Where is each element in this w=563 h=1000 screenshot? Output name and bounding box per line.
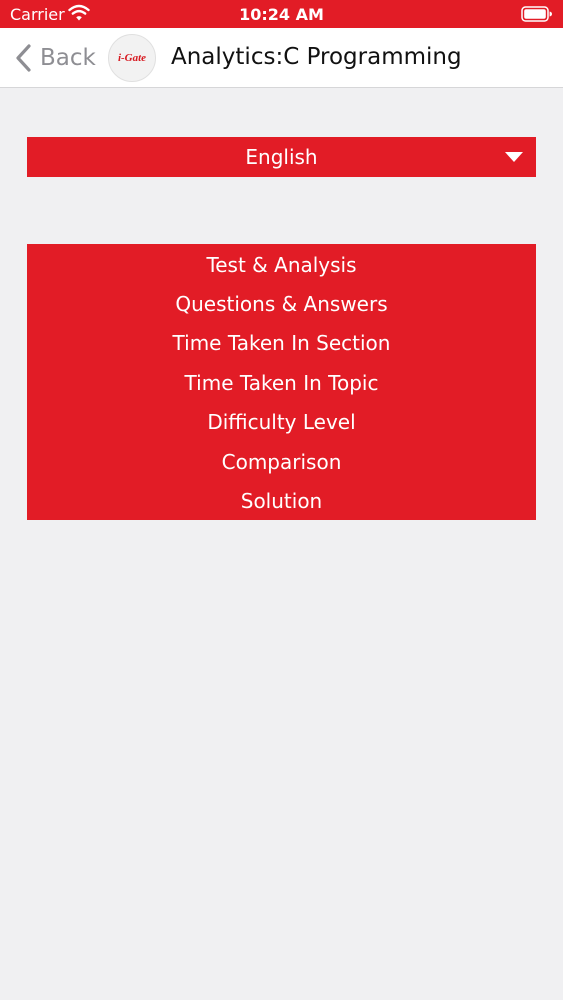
menu-item-questions-answers[interactable]: Questions & Answers [27, 284, 536, 323]
menu-item-test-analysis[interactable]: Test & Analysis [27, 245, 536, 284]
logo-text: i-Gate [117, 52, 147, 64]
app-logo: i-Gate [108, 34, 156, 82]
chevron-left-icon [16, 44, 31, 72]
caret-down-icon [505, 152, 523, 162]
language-dropdown[interactable]: English [27, 137, 536, 177]
menu-item-comparison[interactable]: Comparison [27, 442, 536, 481]
back-button[interactable]: Back [14, 42, 96, 74]
language-selected-value: English [245, 145, 318, 169]
back-label: Back [40, 45, 96, 71]
status-bar: Carrier 10:24 AM [0, 0, 563, 28]
menu-item-solution[interactable]: Solution [27, 481, 536, 520]
menu-item-time-taken-topic[interactable]: Time Taken In Topic [27, 363, 536, 402]
clock-time: 10:24 AM [239, 5, 324, 24]
page-title: Analytics:C Programming [171, 44, 462, 70]
analytics-menu: Test & Analysis Questions & Answers Time… [27, 244, 536, 520]
navigation-bar: Back i-Gate Analytics:C Programming [0, 28, 563, 88]
menu-item-time-taken-section[interactable]: Time Taken In Section [27, 324, 536, 363]
menu-item-difficulty-level[interactable]: Difficulty Level [27, 403, 536, 442]
battery-icon [521, 6, 552, 22]
